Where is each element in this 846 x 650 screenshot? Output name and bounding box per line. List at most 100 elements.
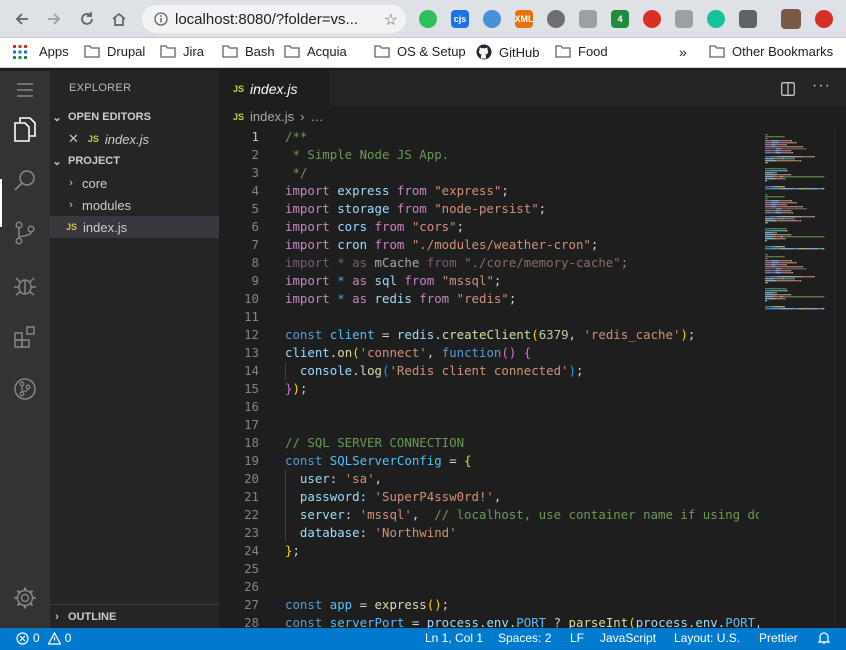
xml-icon[interactable]: XML bbox=[515, 10, 534, 28]
code-line[interactable]: 15}); bbox=[219, 380, 759, 398]
open-editors-header[interactable]: ⌄ OPEN EDITORS bbox=[50, 106, 219, 128]
forward-button[interactable] bbox=[42, 7, 66, 31]
open-editor-item[interactable]: ✕ JS index.js bbox=[50, 128, 219, 150]
file-index-js[interactable]: JS index.js bbox=[50, 216, 219, 238]
code-line[interactable]: 3 */ bbox=[219, 164, 759, 182]
grey-circle-icon[interactable] bbox=[547, 10, 565, 28]
code-line[interactable]: 25 bbox=[219, 560, 759, 578]
code-token: () bbox=[501, 345, 524, 360]
tab-index-js[interactable]: JS index.js bbox=[219, 71, 330, 106]
bookmarks-more-button[interactable]: » bbox=[679, 44, 687, 60]
bookmark-star-icon[interactable]: ☆ bbox=[384, 10, 398, 30]
breadcrumb-file[interactable]: index.js bbox=[250, 109, 294, 124]
code-line[interactable]: 10 import * as redis from "redis"; bbox=[219, 290, 759, 308]
code-line[interactable]: 14 console.log('Redis client connected')… bbox=[219, 362, 759, 380]
blue-circle-icon[interactable] bbox=[483, 10, 501, 28]
arrow-right-icon bbox=[48, 13, 61, 25]
grammarly-icon[interactable] bbox=[707, 10, 725, 28]
code-line[interactable]: 5 import storage from "node-persist"; bbox=[219, 200, 759, 218]
indentation[interactable]: Spaces: 2 bbox=[498, 631, 551, 645]
code-line[interactable]: 9 import * as sql from "mssql"; bbox=[219, 272, 759, 290]
code-line[interactable]: 13 client.on('connect', function() { bbox=[219, 344, 759, 362]
settings-button[interactable] bbox=[11, 584, 39, 612]
bookmark-drupal[interactable]: Drupal bbox=[84, 44, 145, 59]
bookmark-other[interactable]: Other Bookmarks bbox=[709, 44, 833, 59]
menu-button[interactable] bbox=[11, 76, 39, 104]
code-line[interactable]: 26 bbox=[219, 578, 759, 596]
debug-button[interactable] bbox=[11, 271, 39, 299]
code-line[interactable]: 7 import cron from "./modules/weather-cro… bbox=[219, 236, 759, 254]
line-ending[interactable]: LF bbox=[570, 631, 584, 645]
code-line[interactable]: 21 password: 'SuperP4ssw0rd!', bbox=[219, 488, 759, 506]
code-line[interactable]: 17 bbox=[219, 416, 759, 434]
folder-modules[interactable]: › modules bbox=[50, 194, 219, 216]
bookmark-acquia[interactable]: Acquia bbox=[284, 44, 347, 59]
remote-button[interactable] bbox=[11, 375, 39, 403]
cjs-icon[interactable]: cjs bbox=[451, 10, 469, 28]
code-line[interactable]: 6 import cors from "cors"; bbox=[219, 218, 759, 236]
line-source: client.on('connect', function() { bbox=[285, 344, 531, 362]
green-badge-icon[interactable]: 4 bbox=[611, 10, 629, 28]
code-line[interactable]: 27 const app = express(); bbox=[219, 596, 759, 614]
outline-header[interactable]: › OUTLINE bbox=[50, 604, 219, 628]
code-line[interactable]: 1 /** bbox=[219, 128, 759, 146]
split-editor-icon[interactable] bbox=[781, 82, 795, 96]
minimap[interactable] bbox=[759, 126, 834, 628]
code-line[interactable]: 22 server: 'mssql', // localhost, use co… bbox=[219, 506, 759, 524]
formatter[interactable]: Prettier bbox=[759, 631, 798, 645]
keyboard-layout[interactable]: Layout: U.S. bbox=[674, 631, 740, 645]
back-button[interactable] bbox=[10, 7, 34, 31]
grey-square-icon[interactable] bbox=[675, 10, 693, 28]
code-line[interactable]: 2 * Simple Node JS App. bbox=[219, 146, 759, 164]
project-header[interactable]: ⌄ PROJECT bbox=[50, 150, 219, 172]
minimap-token bbox=[799, 160, 801, 162]
bookmark-bash[interactable]: Bash bbox=[222, 44, 275, 59]
folder-core[interactable]: › core bbox=[50, 172, 219, 194]
vertical-scrollbar[interactable] bbox=[834, 126, 846, 628]
code-line[interactable]: 8 import * as mCache from "./core/memory-… bbox=[219, 254, 759, 272]
url-text[interactable]: localhost:8080/?folder=vs... bbox=[175, 11, 358, 28]
code-line[interactable]: 16 bbox=[219, 398, 759, 416]
gear-ext-icon[interactable] bbox=[579, 10, 597, 28]
info-icon[interactable] bbox=[154, 12, 168, 26]
screen-icon[interactable] bbox=[739, 10, 757, 28]
language-mode[interactable]: JavaScript bbox=[600, 631, 656, 645]
code-token: from bbox=[396, 183, 435, 198]
code-line[interactable]: 12 const client = redis.createClient(6379… bbox=[219, 326, 759, 344]
bookmark-jira[interactable]: Jira bbox=[160, 44, 204, 59]
code-line[interactable]: 4 import express from "express"; bbox=[219, 182, 759, 200]
code-line[interactable]: 24}; bbox=[219, 542, 759, 560]
more-actions-icon[interactable]: ··· bbox=[812, 77, 831, 95]
notifications-button[interactable] bbox=[818, 631, 830, 644]
bookmark-food[interactable]: Food bbox=[555, 44, 608, 59]
colorful-circle-icon[interactable] bbox=[643, 10, 661, 28]
minimap-token bbox=[770, 278, 772, 280]
evernote-icon[interactable] bbox=[419, 10, 437, 28]
source-control-button[interactable] bbox=[11, 219, 39, 247]
avatar[interactable] bbox=[781, 9, 801, 29]
address-bar[interactable]: localhost:8080/?folder=vs... ☆ bbox=[142, 5, 406, 33]
update-icon[interactable] bbox=[815, 10, 833, 28]
code-line[interactable]: 28 const serverPort = process.env.PORT ? … bbox=[219, 614, 759, 628]
code-line[interactable]: 23 database: 'Northwind' bbox=[219, 524, 759, 542]
bookmark-os-setup[interactable]: OS & Setup bbox=[374, 44, 466, 59]
code-line[interactable]: 20 user: 'sa', bbox=[219, 470, 759, 488]
home-button[interactable] bbox=[107, 7, 131, 31]
code-line[interactable]: 18 // SQL SERVER CONNECTION bbox=[219, 434, 759, 452]
search-button[interactable] bbox=[11, 167, 39, 195]
bookmark-apps[interactable]: Apps bbox=[13, 44, 69, 59]
line-number: 13 bbox=[244, 345, 259, 360]
code-area[interactable]: 1/** 2 * Simple Node JS App. 3 */4 import e… bbox=[219, 126, 759, 628]
reload-button[interactable] bbox=[75, 7, 99, 31]
code-line[interactable]: 19 const SQLServerConfig = { bbox=[219, 452, 759, 470]
line-number: 18 bbox=[244, 435, 259, 450]
bookmark-github[interactable]: GitHub bbox=[476, 44, 539, 60]
close-icon[interactable]: ✕ bbox=[68, 131, 79, 147]
problems-indicator[interactable]: 0 0 bbox=[16, 631, 71, 645]
explorer-button[interactable] bbox=[11, 115, 39, 143]
minimap-token bbox=[794, 276, 796, 278]
cursor-position[interactable]: Ln 1, Col 1 bbox=[425, 631, 483, 645]
extensions-button[interactable] bbox=[11, 323, 39, 351]
breadcrumb-more[interactable]: … bbox=[310, 109, 323, 124]
code-line[interactable]: 11 bbox=[219, 308, 759, 326]
